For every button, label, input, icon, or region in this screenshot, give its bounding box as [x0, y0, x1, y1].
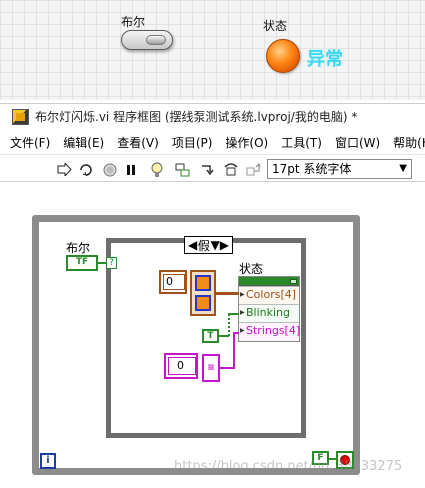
run-continuously-icon[interactable]	[77, 161, 94, 178]
window-title: 布尔灯闪烁.vi 程序框图 (摆线泵测试系统.lvproj/我的电脑) *	[35, 110, 358, 124]
strings-array-constant[interactable]: 0	[164, 353, 198, 379]
property-blinking[interactable]: Blinking	[239, 304, 299, 322]
step-into-icon[interactable]	[200, 161, 217, 178]
pause-icon[interactable]	[122, 161, 139, 178]
labview-vi-icon	[12, 108, 29, 125]
colors-array-index[interactable]: 0	[163, 274, 185, 290]
window-title-bar: 布尔灯闪烁.vi 程序框图 (摆线泵测试系统.lvproj/我的电脑) *	[0, 103, 425, 129]
front-bool-label: 布尔	[121, 15, 146, 29]
color-box-2[interactable]	[195, 295, 211, 311]
true-constant[interactable]: T	[202, 329, 219, 343]
color-box-1[interactable]	[195, 275, 211, 291]
case-selector[interactable]: ◀ 假 ▼▶	[184, 236, 233, 254]
menu-view[interactable]: 查看(V)	[117, 134, 159, 151]
blinking-wire-end	[228, 313, 239, 315]
colors-array-constant[interactable]: 0	[159, 270, 187, 294]
menu-help[interactable]: 帮助(H)	[393, 134, 425, 151]
menu-edit[interactable]: 编辑(E)	[63, 134, 104, 151]
strings-wire-end	[233, 332, 239, 334]
property-node-ref-icon	[290, 278, 297, 284]
menu-tools[interactable]: 工具(T)	[281, 134, 322, 151]
menu-bar: 文件(F) 编辑(E) 查看(V) 项目(P) 操作(O) 工具(T) 窗口(W…	[0, 131, 425, 155]
strings-wire-h	[220, 367, 234, 369]
colors-wire	[216, 292, 239, 295]
property-node[interactable]: Colors[4] Blinking Strings[4]	[238, 276, 300, 342]
menu-operate[interactable]: 操作(O)	[225, 134, 268, 151]
retain-wire-values-icon[interactable]	[174, 161, 191, 178]
highlight-execution-icon[interactable]	[148, 161, 165, 178]
toolbar: 17pt 系统字体 ▼	[0, 156, 425, 182]
abort-icon[interactable]	[101, 161, 118, 178]
blinking-wire-vertical	[228, 314, 230, 336]
iteration-terminal[interactable]: i	[40, 453, 56, 469]
step-out-icon[interactable]	[244, 161, 261, 178]
diagram-bool-label: 布尔	[66, 241, 91, 255]
case-value: 假	[197, 238, 210, 253]
property-node-header	[239, 277, 299, 286]
case-menu-icon[interactable]: ▼▶	[211, 238, 229, 252]
step-over-icon[interactable]	[222, 161, 239, 178]
run-arrow-icon[interactable]	[56, 161, 73, 178]
menu-window[interactable]: 窗口(W)	[335, 134, 380, 151]
font-selector[interactable]: 17pt 系统字体 ▼	[267, 159, 412, 179]
chevron-down-icon: ▼	[399, 163, 407, 174]
menu-file[interactable]: 文件(F)	[10, 134, 50, 151]
string-constant[interactable]: ≡	[202, 354, 220, 382]
front-panel: 布尔 状态 异常	[0, 0, 425, 100]
property-colors[interactable]: Colors[4]	[239, 286, 299, 304]
case-selector-terminal[interactable]: ?	[106, 257, 117, 269]
watermark: https://blog.csdn.net/qq_38633275	[174, 459, 403, 474]
strings-array-index[interactable]: 0	[168, 357, 196, 375]
bool-control-terminal[interactable]: TF	[66, 255, 98, 271]
color-box-array[interactable]	[190, 270, 216, 316]
property-strings[interactable]: Strings[4]	[239, 322, 300, 340]
led-status-text: 异常	[307, 49, 343, 70]
case-prev-icon[interactable]: ◀	[188, 238, 197, 252]
toggle-knob[interactable]	[146, 35, 166, 45]
front-status-label: 状态	[263, 19, 288, 33]
status-led-indicator	[266, 39, 300, 73]
status-property-label: 状态	[239, 262, 264, 276]
font-selector-value: 17pt 系统字体	[272, 162, 352, 176]
boolean-toggle-switch[interactable]	[121, 30, 173, 50]
strings-wire-v	[233, 332, 235, 369]
menu-project[interactable]: 项目(P)	[172, 134, 213, 151]
